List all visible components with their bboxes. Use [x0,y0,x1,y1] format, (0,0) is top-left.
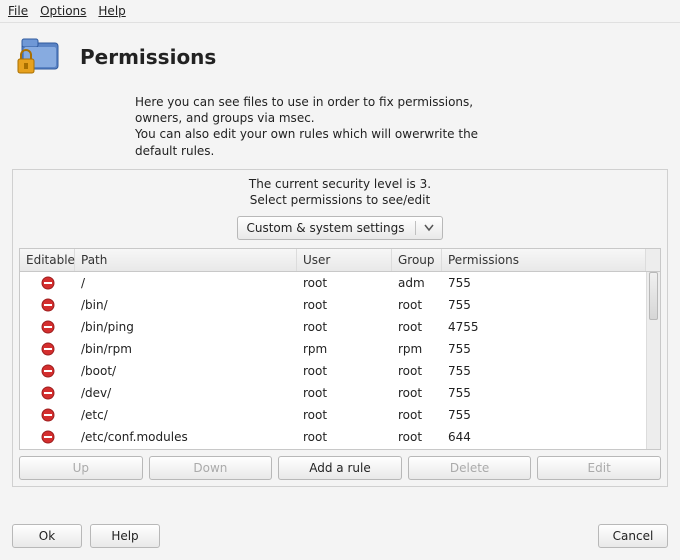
cell-path: /etc/ [75,408,297,422]
intro-line: Here you can see files to use in order t… [135,94,640,110]
permissions-table: Editable Path User Group Permissions /ro… [19,248,661,450]
cell-group: root [392,298,442,312]
edit-button[interactable]: Edit [537,456,661,480]
menu-help[interactable]: Help [98,4,125,18]
cell-group: rpm [392,342,442,356]
cell-permissions: 644 [442,430,660,444]
col-group-header[interactable]: Group [392,249,442,271]
scroll-gutter [646,249,660,271]
table-row[interactable]: /dev/rootroot755 [20,382,660,404]
delete-button[interactable]: Delete [408,456,532,480]
cell-group: root [392,430,442,444]
cell-permissions: 755 [442,342,660,356]
scrollbar-vertical[interactable] [646,272,660,449]
scrollbar-thumb[interactable] [649,272,658,320]
col-user-header[interactable]: User [297,249,392,271]
cell-user: root [297,364,392,378]
cell-permissions: 755 [442,298,660,312]
spacer [168,524,590,548]
cell-path: /bin/ping [75,320,297,334]
table-row[interactable]: /bin/pingrootroot4755 [20,316,660,338]
ok-button[interactable]: Ok [12,524,82,548]
cell-user: root [297,320,392,334]
table-body: /rootadm755 /bin/rootroot755 /bin/pingro… [20,272,660,449]
no-entry-icon [20,386,75,400]
table-row[interactable]: /bin/rootroot755 [20,294,660,316]
cell-group: root [392,386,442,400]
col-permissions-header[interactable]: Permissions [442,249,646,271]
intro-line: You can also edit your own rules which w… [135,126,640,142]
menubar: File Options Help [0,0,680,22]
col-editable-header[interactable]: Editable [20,249,75,271]
cell-user: root [297,430,392,444]
no-entry-icon [20,276,75,290]
up-button[interactable]: Up [19,456,143,480]
cell-path: /boot/ [75,364,297,378]
cell-permissions: 755 [442,276,660,290]
table-row[interactable]: /boot/rootroot755 [20,360,660,382]
panel-info: The current security level is 3. Select … [13,170,667,212]
intro-text: Here you can see files to use in order t… [0,84,680,165]
cell-group: adm [392,276,442,290]
page-title: Permissions [80,45,216,69]
cell-permissions: 4755 [442,320,660,334]
menu-options[interactable]: Options [40,4,86,18]
cell-permissions: 755 [442,386,660,400]
chevron-down-icon [415,221,434,235]
col-path-header[interactable]: Path [75,249,297,271]
permissions-panel: The current security level is 3. Select … [12,169,668,487]
permissions-folder-icon [16,33,64,80]
intro-line: owners, and groups via msec. [135,110,640,126]
dropdown-label: Custom & system settings [246,221,404,235]
header: Permissions [0,23,680,84]
cell-user: rpm [297,342,392,356]
security-level-text: The current security level is 3. [13,176,667,192]
cell-user: root [297,386,392,400]
no-entry-icon [20,298,75,312]
no-entry-icon [20,408,75,422]
no-entry-icon [20,430,75,444]
cell-path: /bin/rpm [75,342,297,356]
table-header: Editable Path User Group Permissions [20,249,660,272]
cell-group: root [392,408,442,422]
table-row[interactable]: /etc/conf.modulesrootroot644 [20,426,660,448]
table-row[interactable]: /bin/rpmrpmrpm755 [20,338,660,360]
cell-path: /bin/ [75,298,297,312]
cell-permissions: 755 [442,364,660,378]
cell-path: / [75,276,297,290]
cancel-button[interactable]: Cancel [598,524,668,548]
permissions-scope-dropdown[interactable]: Custom & system settings [237,216,442,240]
no-entry-icon [20,342,75,356]
cell-path: /etc/conf.modules [75,430,297,444]
cell-user: root [297,408,392,422]
select-instruction-text: Select permissions to see/edit [13,192,667,208]
cell-path: /dev/ [75,386,297,400]
cell-permissions: 755 [442,408,660,422]
table-row[interactable]: /rootadm755 [20,272,660,294]
add-rule-button[interactable]: Add a rule [278,456,402,480]
cell-group: root [392,364,442,378]
help-button[interactable]: Help [90,524,160,548]
table-row[interactable]: /etc/rootroot755 [20,404,660,426]
menu-file[interactable]: File [8,4,28,18]
intro-line: default rules. [135,143,640,159]
dialog-footer: Ok Help Cancel [0,512,680,560]
down-button[interactable]: Down [149,456,273,480]
no-entry-icon [20,320,75,334]
cell-group: root [392,320,442,334]
no-entry-icon [20,364,75,378]
table-actions: Up Down Add a rule Delete Edit [19,456,661,480]
cell-user: root [297,298,392,312]
cell-user: root [297,276,392,290]
